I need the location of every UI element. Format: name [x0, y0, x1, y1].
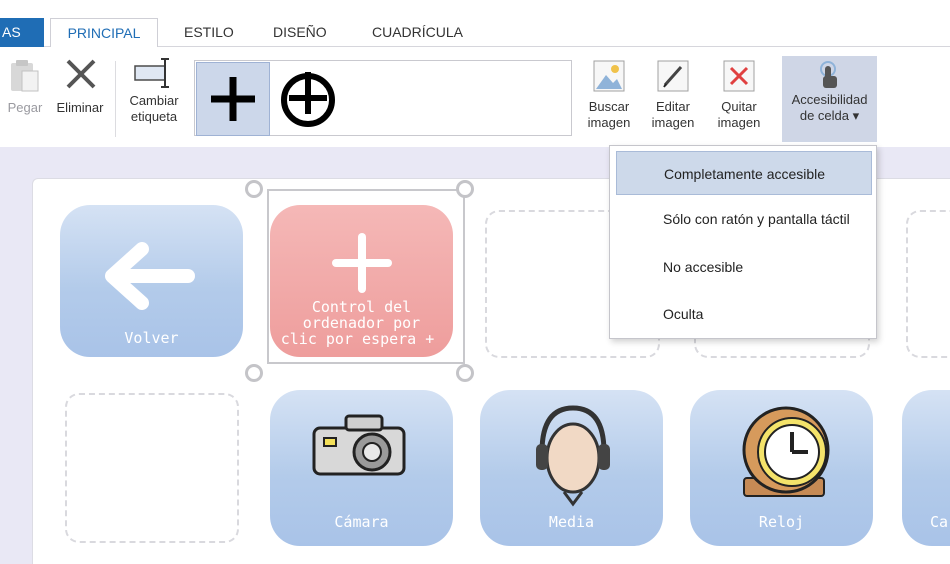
- remove-image-text-1: Quitar: [721, 99, 757, 114]
- accessibility-text-1: Accesibilidad: [791, 92, 868, 107]
- menu-item-mouse-touch-only[interactable]: Sólo con ratón y pantalla táctil: [616, 197, 872, 241]
- remove-image-icon: [723, 60, 755, 92]
- find-image-button[interactable]: Buscar imagen: [584, 59, 634, 139]
- remove-image-button[interactable]: Quitar imagen: [710, 59, 768, 139]
- delete-button[interactable]: Eliminar: [50, 55, 110, 125]
- selection-frame: [267, 189, 465, 364]
- edit-image-text-2: imagen: [651, 115, 695, 130]
- remove-image-text-2: imagen: [717, 115, 761, 130]
- cell-label-partial: Ca: [930, 513, 949, 531]
- accessibility-dropdown: Completamente accesible Sólo con ratón y…: [609, 145, 877, 339]
- resize-handle-top-right[interactable]: [456, 180, 474, 198]
- circle-plus-icon: [281, 72, 335, 127]
- cell-label-volver: Volver: [124, 329, 179, 347]
- tab-cuadricula[interactable]: CUADRÍCULA: [372, 24, 463, 40]
- paste-button[interactable]: Pegar: [0, 55, 50, 125]
- cell-media[interactable]: Media: [480, 390, 663, 546]
- tab-previous[interactable]: AS: [0, 18, 44, 47]
- tab-principal[interactable]: PRINCIPAL: [50, 18, 158, 48]
- pencil-icon: [657, 60, 689, 92]
- resize-handle-bottom-left[interactable]: [245, 364, 263, 382]
- arrow-left-icon: [105, 242, 195, 310]
- cell-accessibility-button[interactable]: Accesibilidad de celda ▾: [782, 56, 877, 142]
- headphones-icon: [536, 405, 610, 507]
- symbol-gallery: [194, 60, 572, 136]
- menu-item-not-accessible[interactable]: No accesible: [616, 245, 872, 289]
- touch-hand-icon: [819, 61, 837, 88]
- cell-label-reloj: Reloj: [758, 513, 805, 531]
- cell-camara[interactable]: Cámara: [270, 390, 453, 546]
- menu-item-fully-accessible[interactable]: Completamente accesible: [616, 151, 872, 195]
- change-label-button[interactable]: Cambiar etiqueta: [118, 53, 190, 141]
- cell-volver[interactable]: Volver: [60, 205, 243, 357]
- clipboard-icon: [11, 60, 39, 92]
- edit-image-text-1: Editar: [656, 99, 690, 114]
- clock-icon: [742, 406, 830, 497]
- find-image-text-2: imagen: [587, 115, 631, 130]
- tab-previous-label: AS: [2, 24, 21, 40]
- cell-label-camara: Cámara: [334, 513, 389, 531]
- gallery-item-plus[interactable]: [196, 62, 270, 136]
- resize-handle-top-left[interactable]: [245, 180, 263, 198]
- delete-label: Eliminar: [56, 100, 104, 115]
- cell-partial[interactable]: Ca: [902, 390, 950, 546]
- tab-diseno[interactable]: DISEÑO: [273, 24, 327, 40]
- change-label-text-1: Cambiar: [129, 93, 179, 108]
- tab-estilo[interactable]: ESTILO: [184, 24, 234, 40]
- delete-x-icon: [66, 59, 96, 89]
- find-image-text-1: Buscar: [588, 99, 630, 114]
- change-label-text-2: etiqueta: [130, 109, 178, 124]
- text-field-icon: [134, 58, 169, 88]
- empty-cell[interactable]: [906, 210, 950, 358]
- empty-cell[interactable]: [65, 393, 239, 543]
- ribbon-tab-bar: AS PRINCIPAL ESTILO DISEÑO CUADRÍCULA: [0, 0, 950, 48]
- camera-icon: [312, 414, 406, 476]
- menu-item-hidden[interactable]: Oculta: [616, 292, 872, 336]
- cell-label-media: Media: [548, 513, 595, 531]
- ribbon: Pegar Eliminar Cambiar etiqueta Buscar i…: [0, 47, 950, 147]
- resize-handle-bottom-right[interactable]: [456, 364, 474, 382]
- ribbon-separator: [115, 61, 116, 137]
- image-icon: [593, 60, 625, 92]
- plus-icon: [211, 77, 255, 121]
- accessibility-text-2: de celda ▾: [799, 108, 860, 123]
- cell-reloj[interactable]: Reloj: [690, 390, 873, 546]
- gallery-item-circle-plus[interactable]: [271, 62, 345, 136]
- paste-label: Pegar: [7, 100, 43, 115]
- edit-image-button[interactable]: Editar imagen: [644, 59, 702, 139]
